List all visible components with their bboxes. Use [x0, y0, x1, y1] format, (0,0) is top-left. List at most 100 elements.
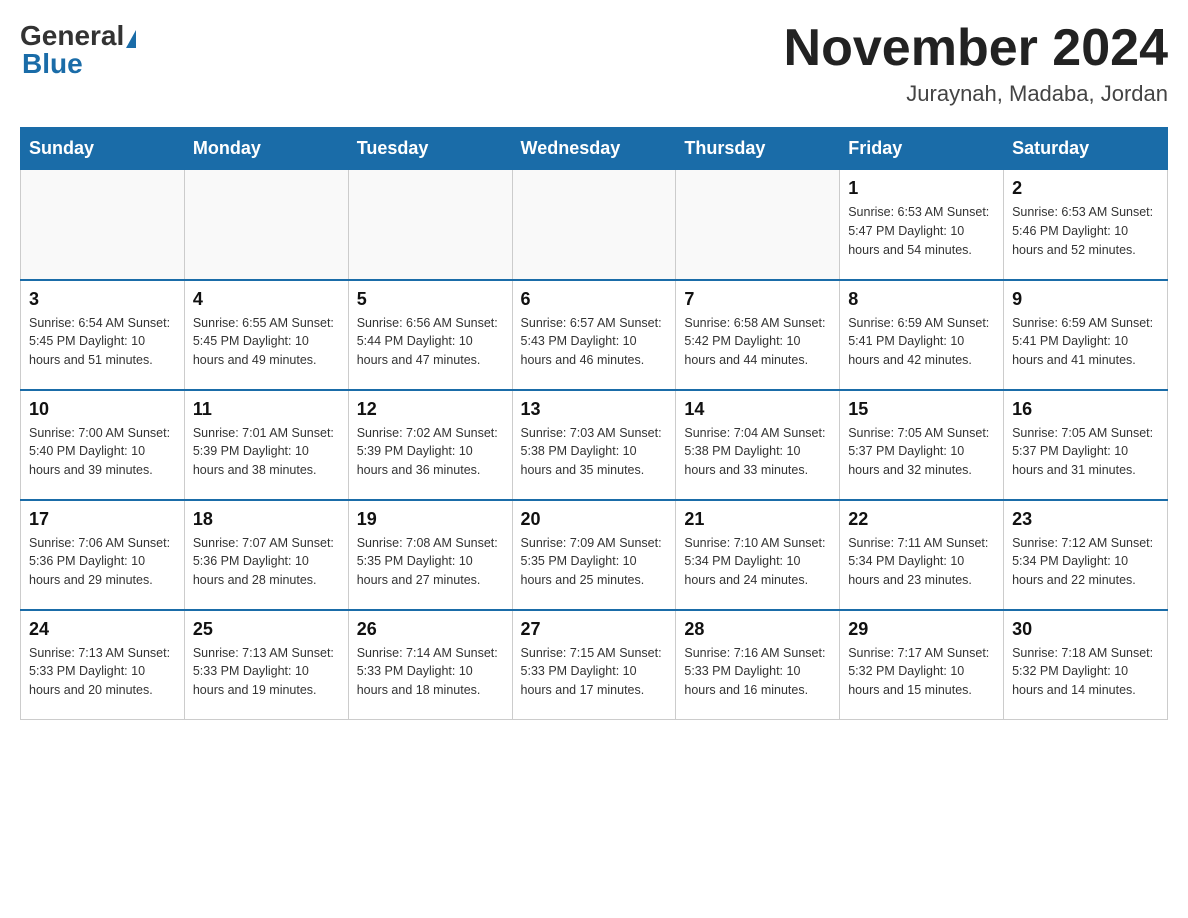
day-number: 22	[848, 509, 995, 530]
day-header-sunday: Sunday	[21, 128, 185, 170]
day-number: 16	[1012, 399, 1159, 420]
day-header-thursday: Thursday	[676, 128, 840, 170]
day-number: 20	[521, 509, 668, 530]
calendar-day-cell: 18 Sunrise: 7:07 AM Sunset: 5:36 PM Dayli…	[184, 500, 348, 610]
day-number: 9	[1012, 289, 1159, 310]
day-sun-info: Sunrise: 7:11 AM Sunset: 5:34 PM Dayligh…	[848, 534, 995, 590]
calendar-day-cell: 20 Sunrise: 7:09 AM Sunset: 5:35 PM Dayli…	[512, 500, 676, 610]
day-sun-info: Sunrise: 6:53 AM Sunset: 5:47 PM Dayligh…	[848, 203, 995, 259]
calendar-day-cell	[348, 170, 512, 280]
day-sun-info: Sunrise: 6:56 AM Sunset: 5:44 PM Dayligh…	[357, 314, 504, 370]
page-header: General Blue November 2024 Juraynah, Mad…	[20, 20, 1168, 107]
calendar-day-cell: 19 Sunrise: 7:08 AM Sunset: 5:35 PM Dayli…	[348, 500, 512, 610]
calendar-day-cell	[184, 170, 348, 280]
calendar-day-cell: 28 Sunrise: 7:16 AM Sunset: 5:33 PM Dayli…	[676, 610, 840, 720]
calendar-day-cell: 13Sunrise: 7:03 AM Sunset: 5:38 PM Dayli…	[512, 390, 676, 500]
day-header-friday: Friday	[840, 128, 1004, 170]
title-block: November 2024 Juraynah, Madaba, Jordan	[784, 20, 1168, 107]
logo: General Blue	[20, 20, 138, 80]
calendar-day-cell: 1 Sunrise: 6:53 AM Sunset: 5:47 PM Daylig…	[840, 170, 1004, 280]
calendar-table: SundayMondayTuesdayWednesdayThursdayFrid…	[20, 127, 1168, 720]
day-sun-info: Sunrise: 7:18 AM Sunset: 5:32 PM Dayligh…	[1012, 644, 1159, 700]
calendar-day-cell: 11 Sunrise: 7:01 AM Sunset: 5:39 PM Dayli…	[184, 390, 348, 500]
day-header-saturday: Saturday	[1004, 128, 1168, 170]
calendar-day-cell: 30 Sunrise: 7:18 AM Sunset: 5:32 PM Dayli…	[1004, 610, 1168, 720]
calendar-day-cell: 9 Sunrise: 6:59 AM Sunset: 5:41 PM Daylig…	[1004, 280, 1168, 390]
day-sun-info: Sunrise: 6:53 AM Sunset: 5:46 PM Dayligh…	[1012, 203, 1159, 259]
day-number: 2	[1012, 178, 1159, 199]
day-number: 11	[193, 399, 340, 420]
day-sun-info: Sunrise: 7:02 AM Sunset: 5:39 PM Dayligh…	[357, 424, 504, 480]
calendar-day-cell: 26Sunrise: 7:14 AM Sunset: 5:33 PM Dayli…	[348, 610, 512, 720]
day-number: 21	[684, 509, 831, 530]
day-sun-info: Sunrise: 7:15 AM Sunset: 5:33 PM Dayligh…	[521, 644, 668, 700]
day-sun-info: Sunrise: 7:01 AM Sunset: 5:39 PM Dayligh…	[193, 424, 340, 480]
day-sun-info: Sunrise: 7:13 AM Sunset: 5:33 PM Dayligh…	[29, 644, 176, 700]
day-number: 7	[684, 289, 831, 310]
calendar-day-cell: 7 Sunrise: 6:58 AM Sunset: 5:42 PM Daylig…	[676, 280, 840, 390]
calendar-week-row: 1 Sunrise: 6:53 AM Sunset: 5:47 PM Daylig…	[21, 170, 1168, 280]
day-number: 17	[29, 509, 176, 530]
day-sun-info: Sunrise: 7:12 AM Sunset: 5:34 PM Dayligh…	[1012, 534, 1159, 590]
calendar-day-cell: 8 Sunrise: 6:59 AM Sunset: 5:41 PM Daylig…	[840, 280, 1004, 390]
day-header-wednesday: Wednesday	[512, 128, 676, 170]
calendar-day-cell: 27 Sunrise: 7:15 AM Sunset: 5:33 PM Dayli…	[512, 610, 676, 720]
day-sun-info: Sunrise: 7:00 AM Sunset: 5:40 PM Dayligh…	[29, 424, 176, 480]
calendar-day-cell: 14Sunrise: 7:04 AM Sunset: 5:38 PM Dayli…	[676, 390, 840, 500]
calendar-day-cell: 23Sunrise: 7:12 AM Sunset: 5:34 PM Dayli…	[1004, 500, 1168, 610]
day-number: 14	[684, 399, 831, 420]
day-sun-info: Sunrise: 7:10 AM Sunset: 5:34 PM Dayligh…	[684, 534, 831, 590]
logo-blue-text: Blue	[20, 48, 83, 80]
calendar-day-cell: 15Sunrise: 7:05 AM Sunset: 5:37 PM Dayli…	[840, 390, 1004, 500]
calendar-day-cell: 5 Sunrise: 6:56 AM Sunset: 5:44 PM Daylig…	[348, 280, 512, 390]
day-sun-info: Sunrise: 7:16 AM Sunset: 5:33 PM Dayligh…	[684, 644, 831, 700]
calendar-day-cell: 16 Sunrise: 7:05 AM Sunset: 5:37 PM Dayli…	[1004, 390, 1168, 500]
day-number: 30	[1012, 619, 1159, 640]
day-sun-info: Sunrise: 6:54 AM Sunset: 5:45 PM Dayligh…	[29, 314, 176, 370]
day-number: 8	[848, 289, 995, 310]
day-number: 27	[521, 619, 668, 640]
day-sun-info: Sunrise: 7:17 AM Sunset: 5:32 PM Dayligh…	[848, 644, 995, 700]
day-number: 5	[357, 289, 504, 310]
day-header-tuesday: Tuesday	[348, 128, 512, 170]
calendar-week-row: 10Sunrise: 7:00 AM Sunset: 5:40 PM Dayli…	[21, 390, 1168, 500]
day-sun-info: Sunrise: 6:59 AM Sunset: 5:41 PM Dayligh…	[848, 314, 995, 370]
day-sun-info: Sunrise: 7:08 AM Sunset: 5:35 PM Dayligh…	[357, 534, 504, 590]
day-number: 28	[684, 619, 831, 640]
day-sun-info: Sunrise: 7:09 AM Sunset: 5:35 PM Dayligh…	[521, 534, 668, 590]
day-sun-info: Sunrise: 6:59 AM Sunset: 5:41 PM Dayligh…	[1012, 314, 1159, 370]
day-number: 19	[357, 509, 504, 530]
calendar-day-cell: 12Sunrise: 7:02 AM Sunset: 5:39 PM Dayli…	[348, 390, 512, 500]
calendar-day-cell: 22 Sunrise: 7:11 AM Sunset: 5:34 PM Dayli…	[840, 500, 1004, 610]
calendar-day-cell	[512, 170, 676, 280]
calendar-day-cell	[676, 170, 840, 280]
day-number: 18	[193, 509, 340, 530]
calendar-day-cell: 4Sunrise: 6:55 AM Sunset: 5:45 PM Daylig…	[184, 280, 348, 390]
calendar-day-cell: 24Sunrise: 7:13 AM Sunset: 5:33 PM Dayli…	[21, 610, 185, 720]
calendar-header-row: SundayMondayTuesdayWednesdayThursdayFrid…	[21, 128, 1168, 170]
calendar-day-cell: 6 Sunrise: 6:57 AM Sunset: 5:43 PM Daylig…	[512, 280, 676, 390]
calendar-day-cell: 3Sunrise: 6:54 AM Sunset: 5:45 PM Daylig…	[21, 280, 185, 390]
day-sun-info: Sunrise: 7:13 AM Sunset: 5:33 PM Dayligh…	[193, 644, 340, 700]
day-number: 1	[848, 178, 995, 199]
day-sun-info: Sunrise: 7:07 AM Sunset: 5:36 PM Dayligh…	[193, 534, 340, 590]
logo-triangle-icon	[126, 30, 136, 48]
calendar-day-cell: 2 Sunrise: 6:53 AM Sunset: 5:46 PM Daylig…	[1004, 170, 1168, 280]
day-sun-info: Sunrise: 6:58 AM Sunset: 5:42 PM Dayligh…	[684, 314, 831, 370]
location-title: Juraynah, Madaba, Jordan	[784, 81, 1168, 107]
day-sun-info: Sunrise: 7:06 AM Sunset: 5:36 PM Dayligh…	[29, 534, 176, 590]
calendar-day-cell: 29 Sunrise: 7:17 AM Sunset: 5:32 PM Dayli…	[840, 610, 1004, 720]
day-number: 29	[848, 619, 995, 640]
day-sun-info: Sunrise: 6:57 AM Sunset: 5:43 PM Dayligh…	[521, 314, 668, 370]
calendar-day-cell: 21 Sunrise: 7:10 AM Sunset: 5:34 PM Dayli…	[676, 500, 840, 610]
day-number: 25	[193, 619, 340, 640]
day-header-monday: Monday	[184, 128, 348, 170]
calendar-day-cell: 25 Sunrise: 7:13 AM Sunset: 5:33 PM Dayli…	[184, 610, 348, 720]
day-sun-info: Sunrise: 7:14 AM Sunset: 5:33 PM Dayligh…	[357, 644, 504, 700]
month-title: November 2024	[784, 20, 1168, 77]
calendar-day-cell: 10Sunrise: 7:00 AM Sunset: 5:40 PM Dayli…	[21, 390, 185, 500]
day-number: 6	[521, 289, 668, 310]
day-sun-info: Sunrise: 7:05 AM Sunset: 5:37 PM Dayligh…	[1012, 424, 1159, 480]
day-sun-info: Sunrise: 6:55 AM Sunset: 5:45 PM Dayligh…	[193, 314, 340, 370]
calendar-week-row: 3Sunrise: 6:54 AM Sunset: 5:45 PM Daylig…	[21, 280, 1168, 390]
